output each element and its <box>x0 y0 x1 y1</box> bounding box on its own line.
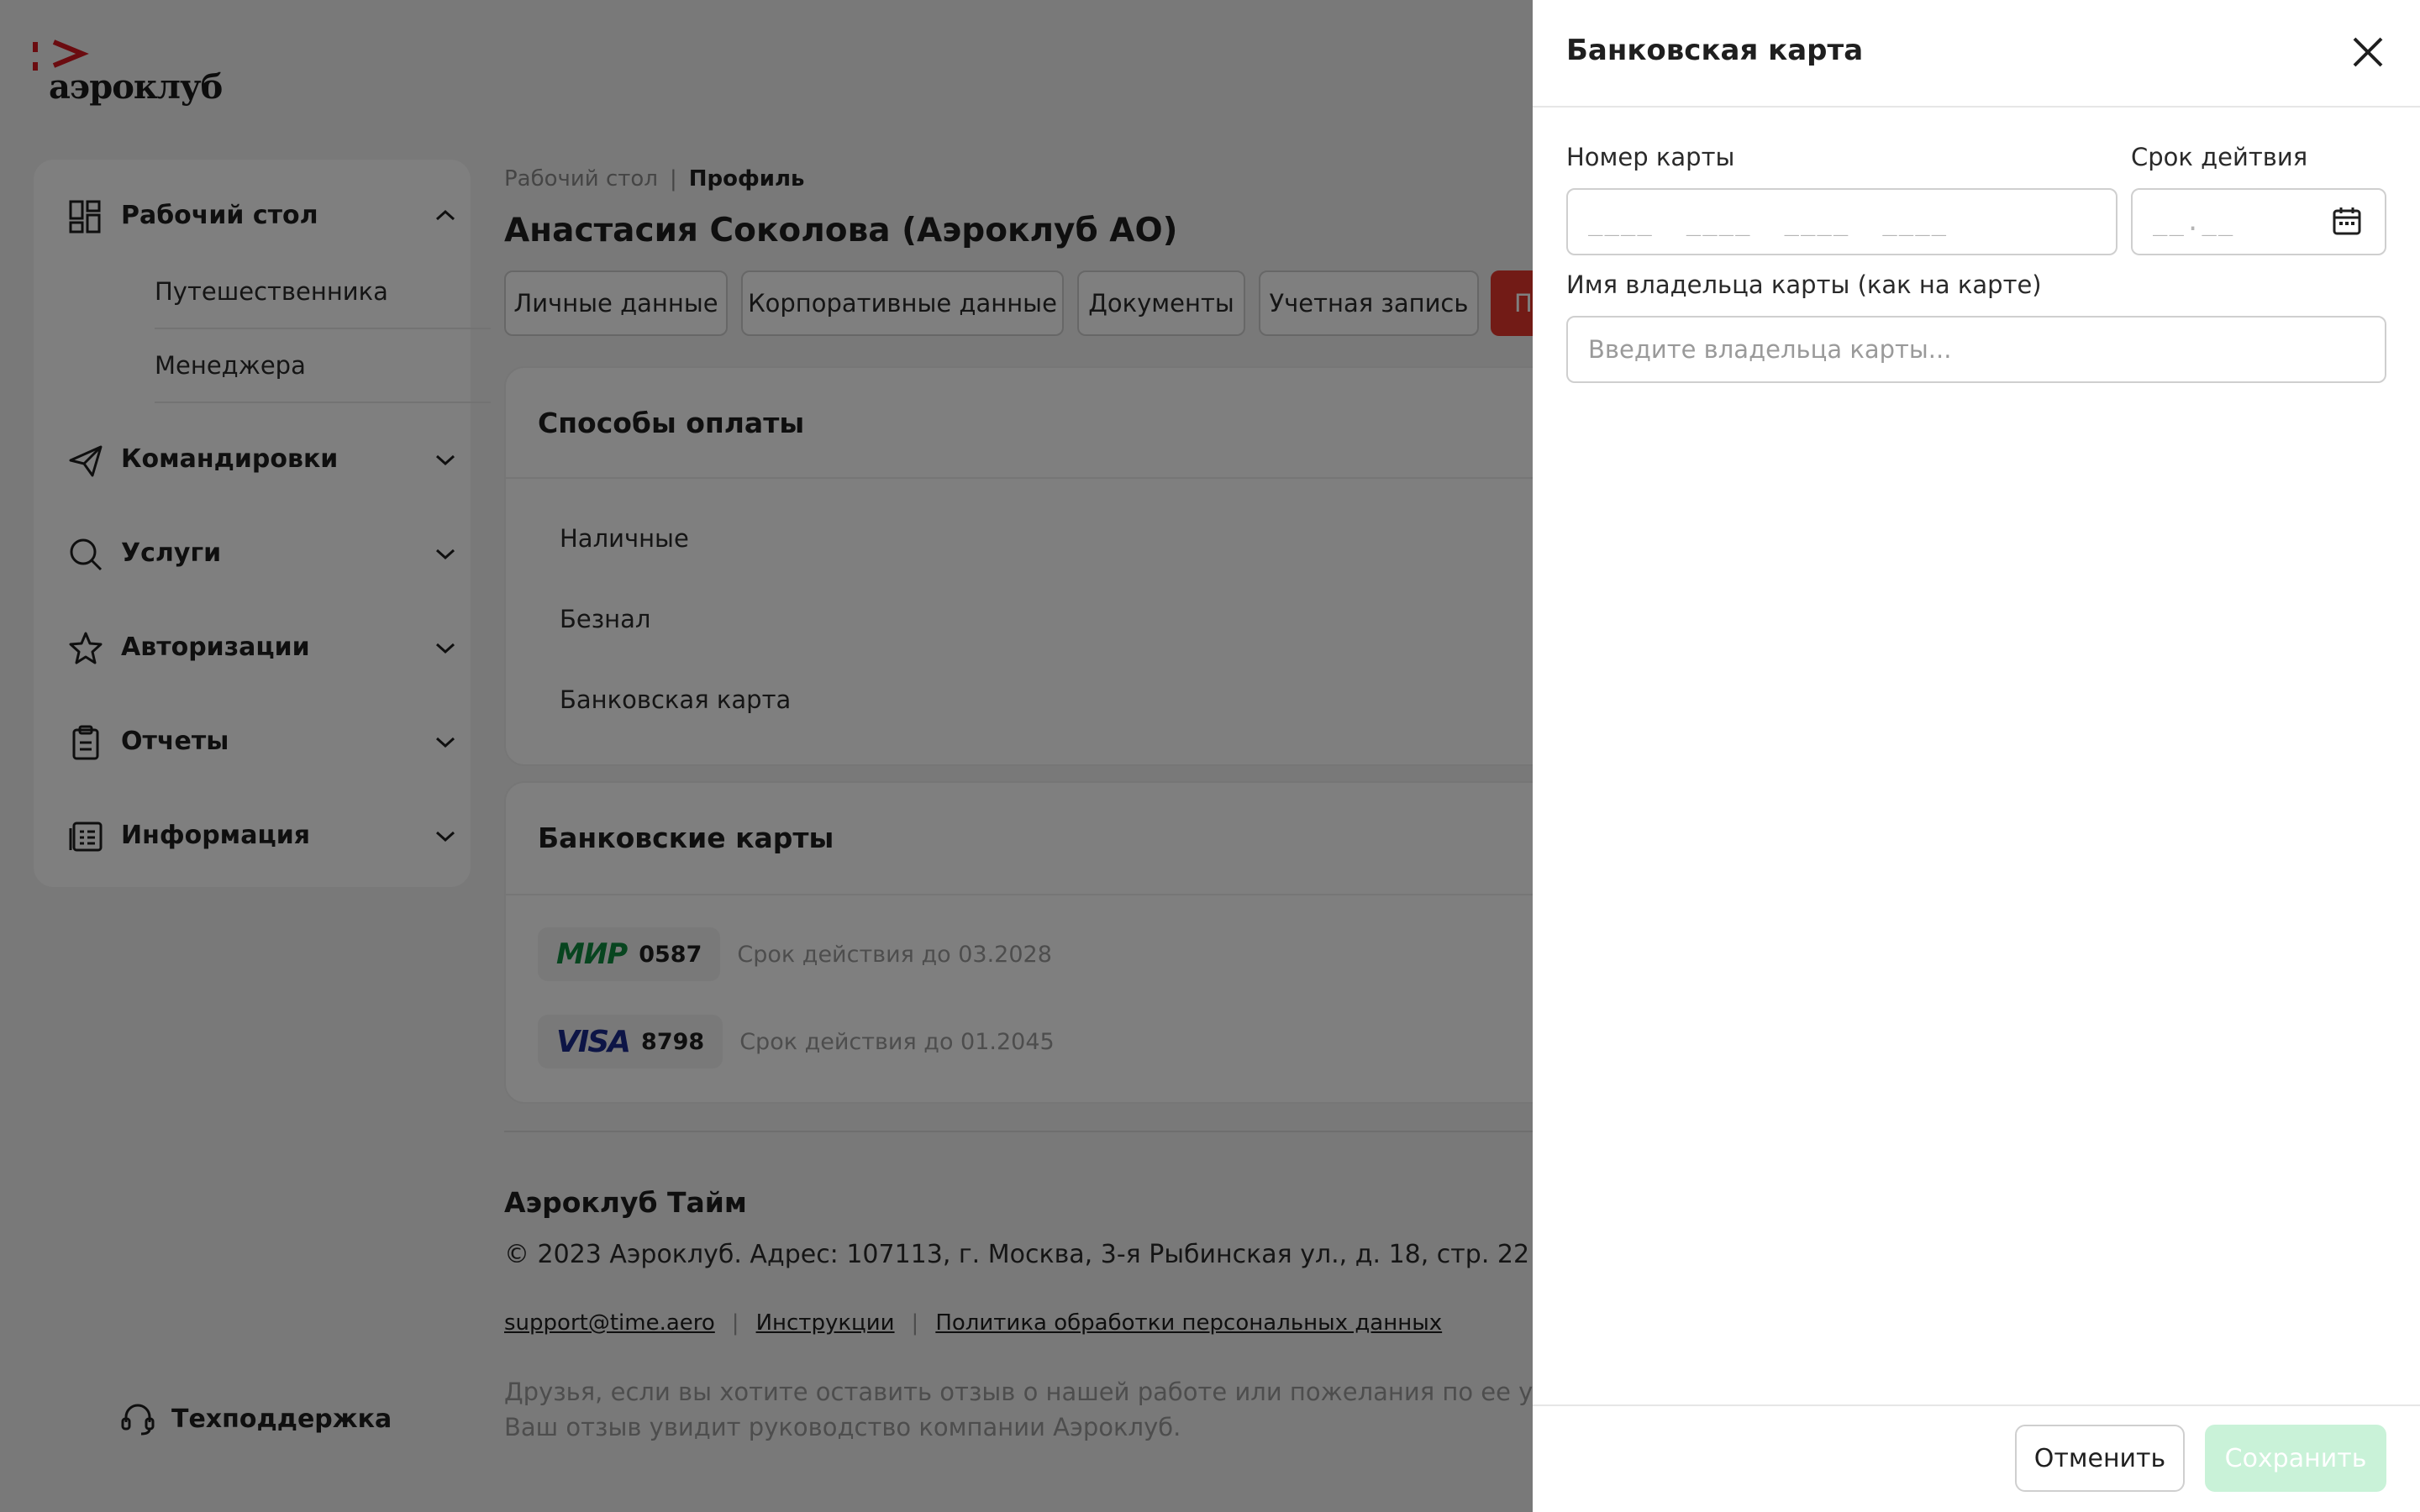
close-icon[interactable] <box>2349 34 2386 71</box>
holder-name-input[interactable] <box>1566 316 2386 383</box>
expiry-label: Срок дейтвия <box>2131 143 2308 171</box>
drawer-title: Банковская карта <box>1566 34 1864 67</box>
drawer-header-divider <box>1533 106 2420 108</box>
drawer-footer-divider <box>1533 1404 2420 1406</box>
bank-card-drawer: Банковская карта Номер карты Срок дейтви… <box>1533 0 2420 1512</box>
app-page: аэроклуб Рабочий стол Путешественника Ме… <box>0 0 2420 1512</box>
save-button[interactable]: Сохранить <box>2205 1425 2386 1492</box>
card-number-label: Номер карты <box>1566 143 1735 171</box>
cancel-button[interactable]: Отменить <box>2015 1425 2185 1492</box>
holder-name-label: Имя владельца карты (как на карте) <box>1566 270 2042 299</box>
calendar-icon[interactable] <box>2331 205 2363 237</box>
card-number-input[interactable] <box>1566 188 2118 255</box>
